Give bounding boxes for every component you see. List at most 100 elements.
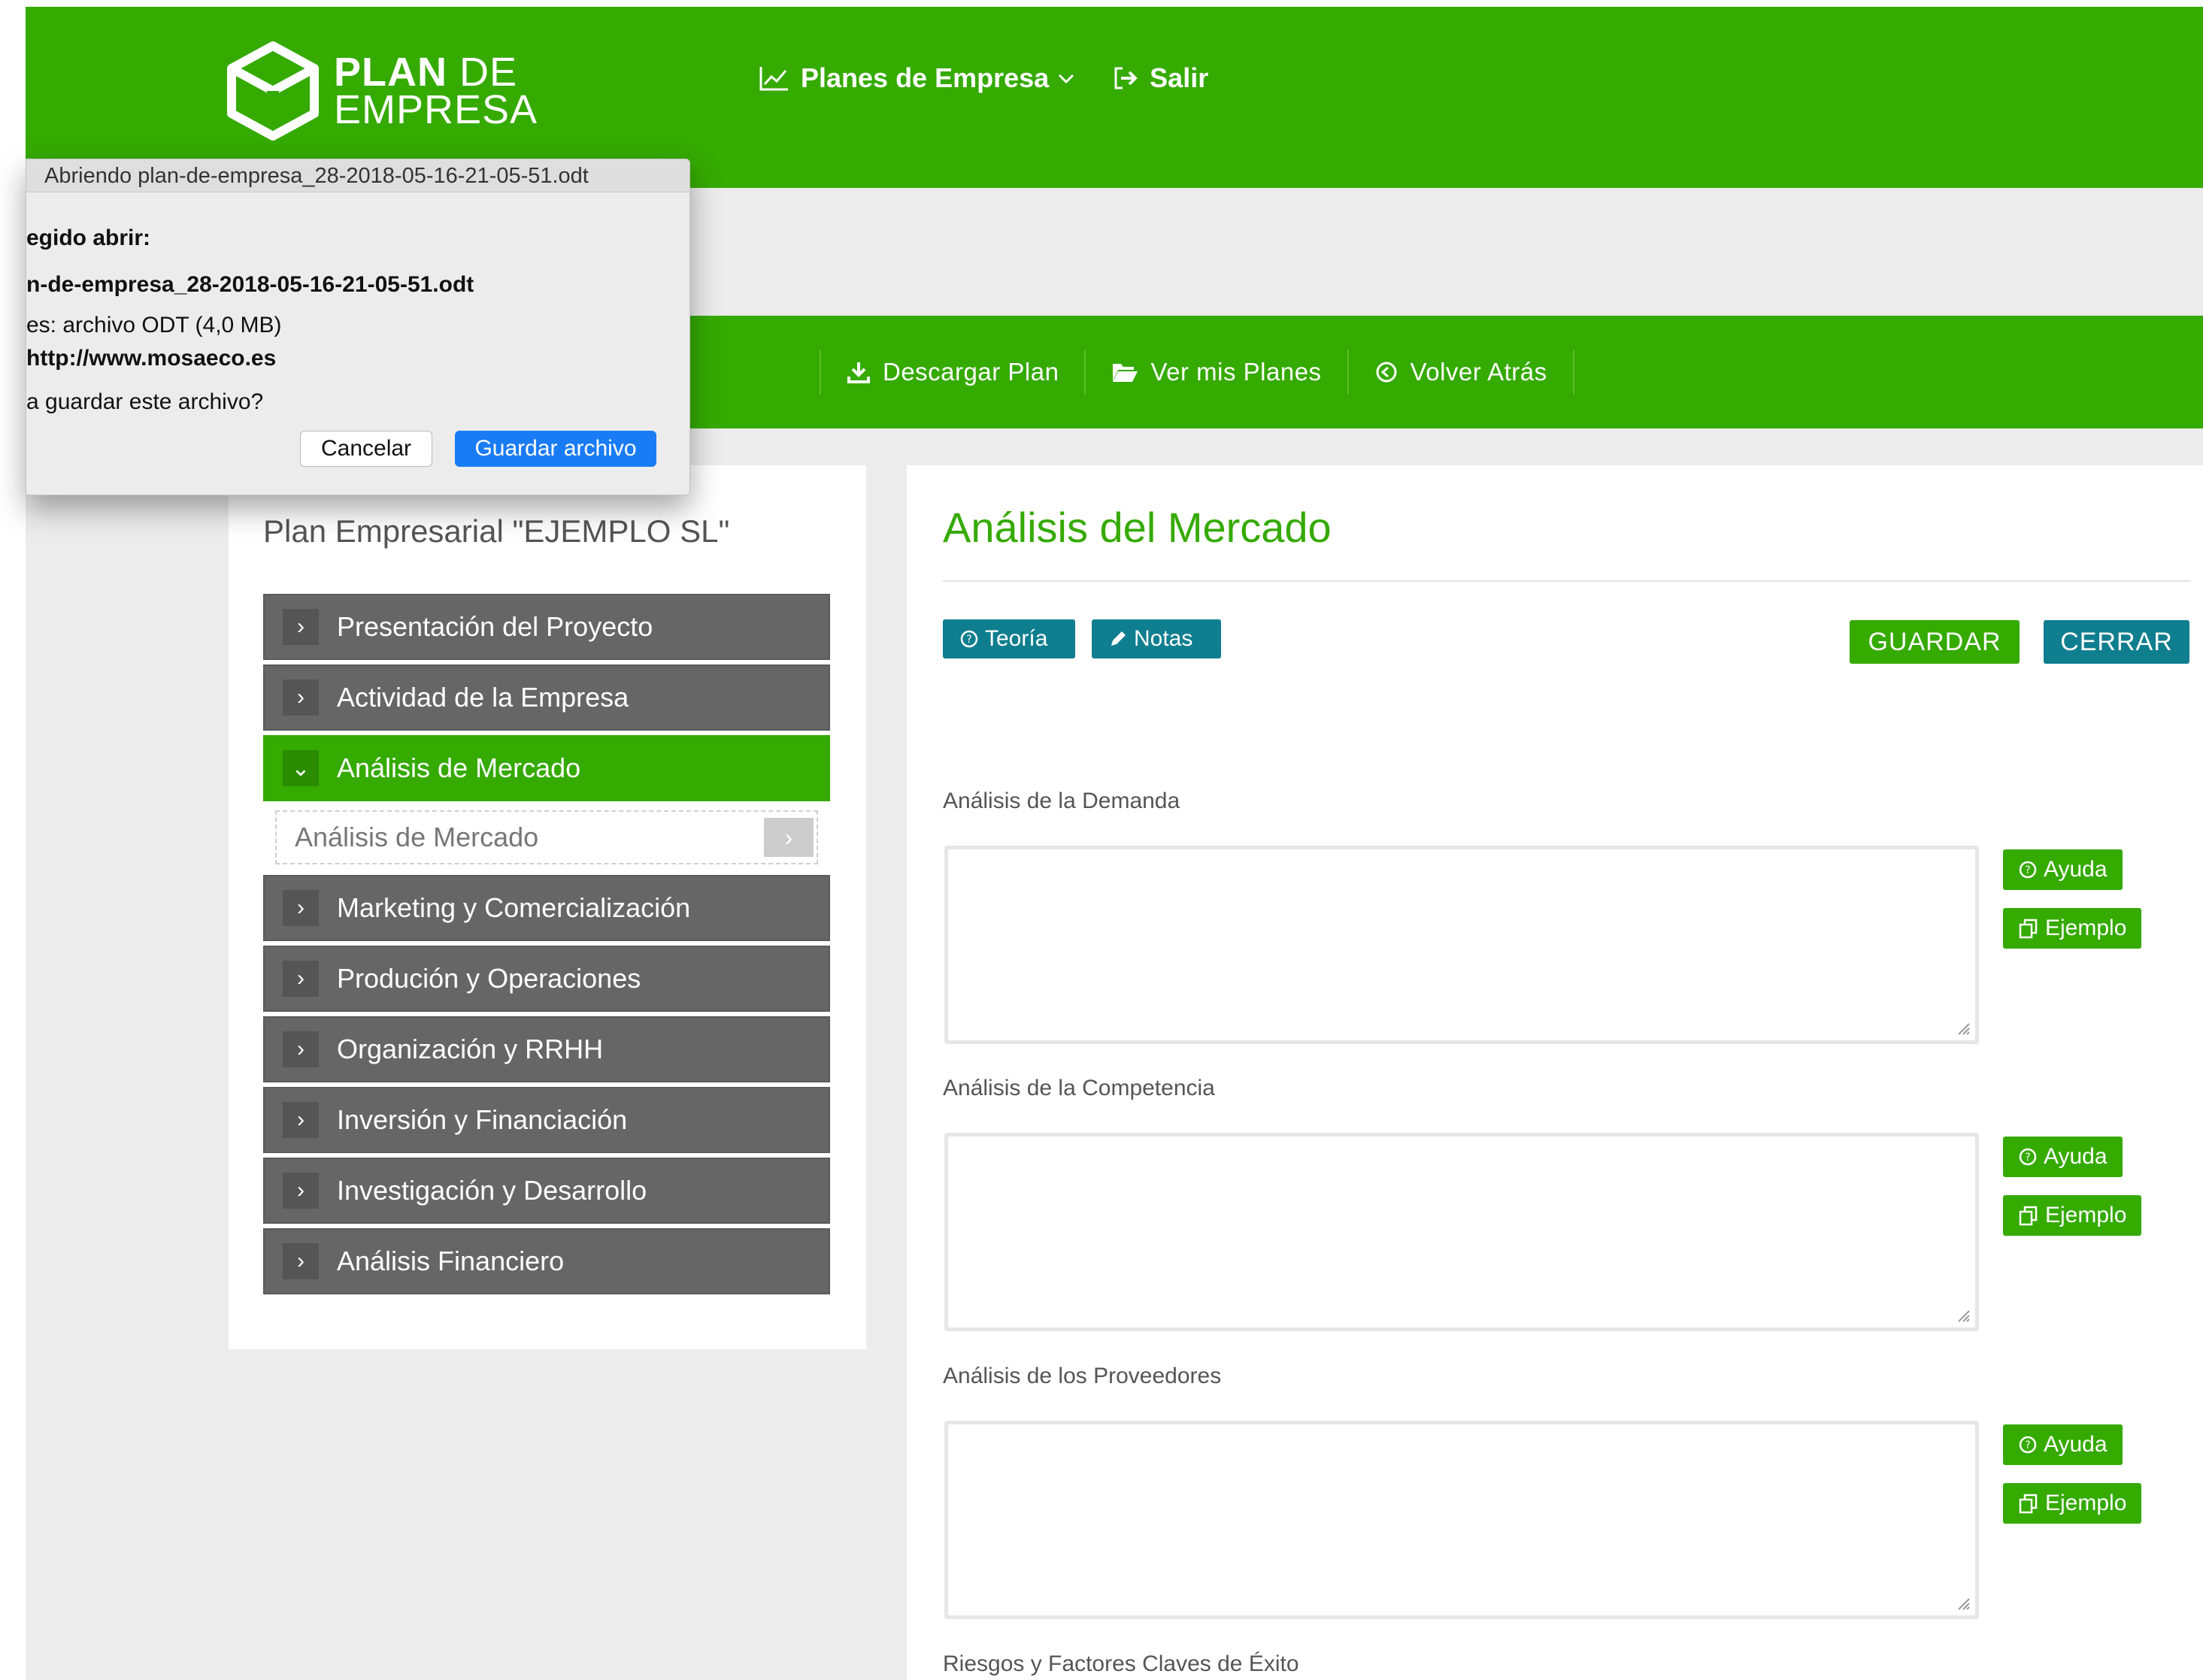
menu-item-label: Presentación del Proyecto	[337, 611, 653, 642]
download-icon	[847, 362, 870, 383]
field-label-riesgos: Riesgos y Factores Claves de Éxito	[943, 1651, 1299, 1676]
chevron-down-icon: ⌄	[283, 750, 319, 786]
go-back-button[interactable]: Volver Atrás	[1349, 358, 1573, 386]
nav-logout[interactable]: Salir	[1112, 62, 1208, 94]
menu-item-inversion[interactable]: › Inversión y Financiación	[263, 1087, 830, 1153]
nav-plans-dropdown[interactable]: Planes de Empresa	[759, 62, 1076, 94]
field-label-demanda: Análisis de la Demanda	[943, 789, 1180, 813]
view-plans-label: Ver mis Planes	[1150, 358, 1322, 386]
question-circle-icon: ?	[2019, 861, 2037, 879]
menu-item-investigacion[interactable]: › Investigación y Desarrollo	[263, 1158, 830, 1224]
help-label: Ayuda	[2044, 1432, 2108, 1457]
menu-item-presentacion[interactable]: › Presentación del Proyecto	[263, 594, 830, 660]
nav-logout-label: Salir	[1150, 62, 1209, 93]
save-button[interactable]: GUARDAR	[1850, 620, 2020, 664]
svg-text:?: ?	[966, 634, 971, 646]
svg-text:?: ?	[2025, 864, 2030, 876]
copy-icon	[2019, 919, 2038, 939]
menu-item-label: Investigación y Desarrollo	[337, 1175, 647, 1206]
resize-handle-icon[interactable]	[1954, 1306, 1971, 1323]
svg-text:?: ?	[2025, 1152, 2030, 1164]
chevron-right-icon: ›	[283, 1031, 319, 1067]
menu-item-label: Inversión y Financiación	[337, 1104, 628, 1135]
help-button-demanda[interactable]: ? Ayuda	[2003, 849, 2123, 890]
notes-button[interactable]: Notas	[1092, 619, 1221, 658]
logo-line2: EMPRESA	[334, 87, 538, 132]
theory-button[interactable]: ? Teoría	[943, 619, 1075, 658]
field-label-competencia: Análisis de la Competencia	[943, 1076, 1215, 1100]
question-circle-icon: ?	[2019, 1148, 2037, 1166]
example-label: Ejemplo	[2045, 1491, 2127, 1515]
example-button-proveedores[interactable]: Ejemplo	[2003, 1483, 2142, 1524]
menu-item-label: Análisis Financiero	[337, 1246, 565, 1276]
plan-title: Plan Empresarial "EJEMPLO SL"	[263, 513, 730, 549]
dialog-source-url: http://www.mosaeco.es	[26, 346, 277, 371]
nav-plans-label: Planes de Empresa	[801, 62, 1050, 93]
theory-label: Teoría	[985, 626, 1048, 651]
logo[interactable]: PLAN DE EMPRESA	[224, 40, 577, 153]
menu-item-organizacion[interactable]: › Organización y RRHH	[263, 1016, 830, 1082]
dialog-filename: n-de-empresa_28-2018-05-16-21-05-51.odt	[26, 272, 474, 297]
line-chart-icon	[759, 67, 788, 91]
resize-handle-icon[interactable]	[1954, 1019, 1971, 1036]
download-plan-label: Descargar Plan	[883, 358, 1059, 386]
cancel-button[interactable]: Cancelar	[300, 431, 432, 467]
help-label: Ayuda	[2044, 1144, 2108, 1169]
resize-handle-icon[interactable]	[1954, 1594, 1971, 1611]
download-plan-button[interactable]: Descargar Plan	[821, 358, 1084, 386]
menu-item-label: Produción y Operaciones	[337, 963, 641, 994]
example-button-demanda[interactable]: Ejemplo	[2003, 908, 2142, 949]
submenu-item-analisis-mercado[interactable]: Análisis de Mercado ›	[275, 810, 818, 864]
field-label-proveedores: Análisis de los Proveedores	[943, 1364, 1222, 1388]
chevron-right-icon: ›	[283, 961, 319, 997]
chevron-right-icon[interactable]: ›	[764, 818, 814, 857]
menu-item-marketing[interactable]: › Marketing y Comercialización	[263, 875, 830, 941]
menu-item-produccion[interactable]: › Produción y Operaciones	[263, 946, 830, 1012]
back-circle-icon	[1376, 362, 1397, 383]
help-button-competencia[interactable]: ? Ayuda	[2003, 1137, 2123, 1177]
help-label: Ayuda	[2044, 857, 2108, 882]
notes-label: Notas	[1134, 626, 1193, 651]
download-dialog: Abriendo plan-de-empresa_28-2018-05-16-2…	[26, 159, 690, 495]
menu-item-label: Actividad de la Empresa	[337, 682, 629, 713]
title-divider	[943, 580, 2191, 582]
dialog-question: a guardar este archivo?	[26, 389, 264, 414]
logo-text: PLAN DE EMPRESA	[334, 52, 538, 132]
menu-item-actividad[interactable]: › Actividad de la Empresa	[263, 664, 830, 731]
example-label: Ejemplo	[2045, 916, 2127, 940]
menu-item-label: Organización y RRHH	[337, 1034, 604, 1064]
view-plans-button[interactable]: Ver mis Planes	[1086, 358, 1347, 386]
example-button-competencia[interactable]: Ejemplo	[2003, 1195, 2142, 1236]
chevron-right-icon: ›	[283, 1102, 319, 1138]
page-title: Análisis del Mercado	[943, 504, 1332, 551]
menu-item-analisis-mercado[interactable]: ⌄ Análisis de Mercado	[263, 735, 830, 801]
chevron-right-icon: ›	[283, 680, 319, 716]
section-menu: › Presentación del Proyecto › Actividad de…	[263, 594, 830, 1299]
copy-icon	[2019, 1494, 2038, 1514]
question-circle-icon: ?	[2019, 1436, 2037, 1454]
save-file-button[interactable]: Guardar archivo	[455, 431, 656, 467]
help-button-proveedores[interactable]: ? Ayuda	[2003, 1424, 2123, 1465]
dialog-file-type: es: archivo ODT (4,0 MB)	[26, 313, 282, 338]
logout-icon	[1114, 67, 1138, 89]
go-back-label: Volver Atrás	[1410, 358, 1547, 386]
sidebar: Plan Empresarial "EJEMPLO SL" › Presentac…	[229, 465, 866, 1349]
dialog-chosen-label: egido abrir:	[26, 226, 151, 250]
chevron-right-icon: ›	[283, 890, 319, 926]
chevron-right-icon: ›	[283, 1173, 319, 1209]
textarea-demanda[interactable]	[944, 846, 1979, 1044]
top-nav: Planes de Empresa Salir	[759, 62, 1244, 94]
chevron-right-icon: ›	[283, 1243, 319, 1279]
textarea-competencia[interactable]	[944, 1133, 1979, 1331]
main-panel: Análisis del Mercado ? Teoría Notas GUAR…	[907, 465, 2203, 1680]
submenu-item-label: Análisis de Mercado	[295, 822, 539, 852]
textarea-proveedores[interactable]	[944, 1421, 1979, 1619]
dialog-title: Abriendo plan-de-empresa_28-2018-05-16-2…	[26, 159, 689, 192]
logo-box-icon	[227, 41, 319, 141]
action-separator	[1572, 350, 1574, 395]
chevron-right-icon: ›	[283, 609, 319, 645]
close-button[interactable]: CERRAR	[2044, 620, 2189, 664]
question-circle-icon: ?	[960, 630, 978, 648]
pencil-icon	[1111, 631, 1126, 646]
menu-item-analisis-financiero[interactable]: › Análisis Financiero	[263, 1228, 830, 1294]
